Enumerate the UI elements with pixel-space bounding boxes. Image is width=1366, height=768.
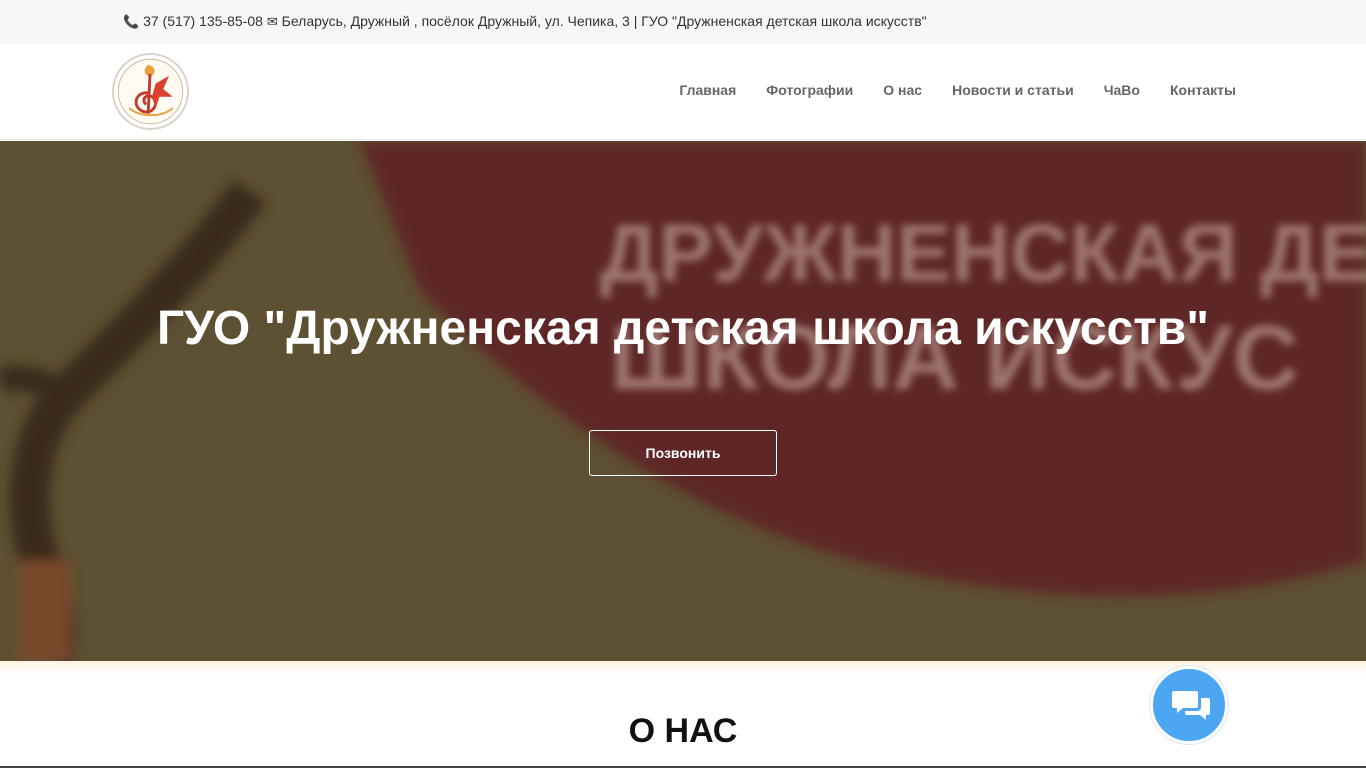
phone-icon: 📞 xyxy=(123,15,140,30)
top-info-bar: 📞 37 (517) 135-85-08 ✉ Беларусь, Дружный… xyxy=(0,0,1366,44)
chat-widget-button[interactable] xyxy=(1150,666,1228,744)
hero-bottom-glow xyxy=(0,661,1366,675)
chat-bubbles-icon xyxy=(1172,691,1210,720)
nav-contacts[interactable]: Контакты xyxy=(1170,82,1236,98)
nav-photos[interactable]: Фотографии xyxy=(766,82,853,98)
contact-info: 📞 37 (517) 135-85-08 ✉ Беларусь, Дружный… xyxy=(123,13,927,30)
call-button[interactable]: Позвонить xyxy=(589,430,777,476)
banner-text-line1: ДРУЖНЕНСКАЯ ДЕТ xyxy=(600,208,1366,299)
logo-graphic xyxy=(117,58,184,125)
phone-number[interactable]: 37 (517) 135-85-08 xyxy=(143,13,263,29)
nav-faq[interactable]: ЧаВо xyxy=(1104,82,1140,98)
hero-background-image: ДРУЖНЕНСКАЯ ДЕТ ШКОЛА ИСКУС xyxy=(0,141,1366,661)
hero-banner: ДРУЖНЕНСКАЯ ДЕТ ШКОЛА ИСКУС ГУО "Дружнен… xyxy=(0,141,1366,661)
nav-about[interactable]: О нас xyxy=(883,82,922,98)
address-text: Беларусь, Дружный , посёлок Дружный, ул.… xyxy=(281,13,927,29)
school-emblem-logo[interactable] xyxy=(112,53,189,130)
envelope-icon: ✉ xyxy=(266,15,278,30)
nav-home[interactable]: Главная xyxy=(679,82,736,98)
site-header: Главная Фотографии О нас Новости и стать… xyxy=(0,44,1366,140)
main-nav: Главная Фотографии О нас Новости и стать… xyxy=(679,82,1236,98)
nav-news[interactable]: Новости и статьи xyxy=(952,82,1074,98)
hero-title: ГУО "Дружненская детская школа искусств" xyxy=(156,302,1210,355)
